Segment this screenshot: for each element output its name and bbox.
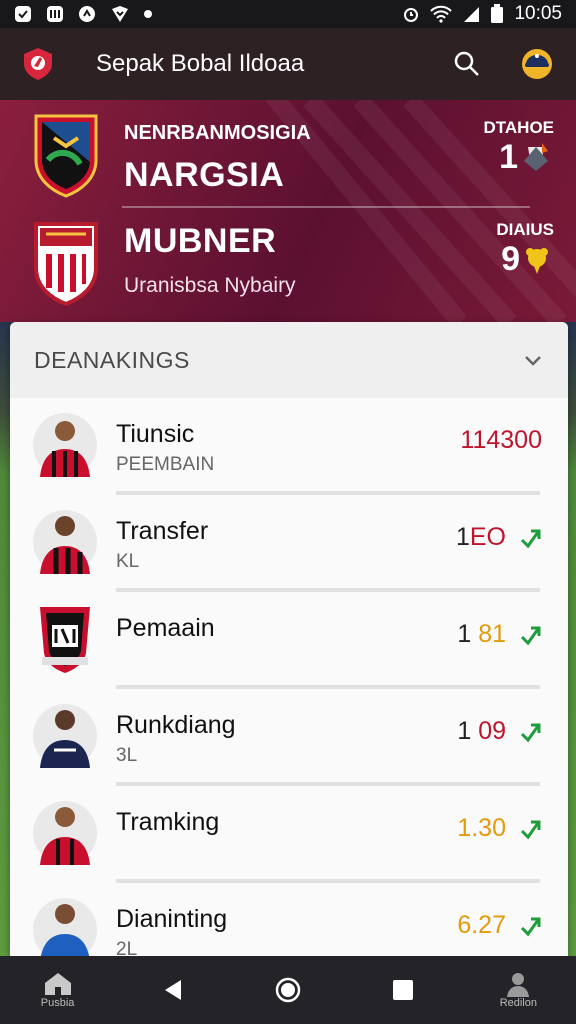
home-icon [44, 973, 71, 995]
row-value: 1 09 [457, 717, 542, 746]
away-stat: 9 [501, 240, 550, 279]
nav-profile[interactable]: Redilon [478, 971, 558, 1009]
player-avatar [33, 413, 97, 477]
row-value: 6.27 [457, 911, 542, 940]
back-icon [164, 980, 181, 1000]
home-team-crest-icon [34, 114, 98, 198]
navigation-bar: Pusbia Redilon [0, 956, 576, 1024]
nav-home-button[interactable] [248, 976, 328, 1004]
row-value-highlight: 81 [478, 620, 506, 648]
home-team-subtitle: NENRBANMOSIGIA [124, 122, 311, 144]
row-value-highlight: 09 [478, 717, 506, 745]
row-subtitle: 2L [116, 939, 138, 956]
search-icon [454, 51, 479, 76]
away-stat-value: 9 [501, 240, 520, 278]
row-value: 1.30 [457, 814, 542, 843]
trend-up-icon [520, 820, 541, 839]
row-title: Transfer [116, 517, 209, 545]
row-value: 1EO [456, 523, 542, 552]
match-header[interactable]: NENRBANMOSIGIA NARGSIA DTAHOE 1 MUBNER U… [0, 100, 576, 322]
row-value-highlight: EO [469, 523, 506, 551]
trend-up-icon [520, 529, 541, 548]
nav-profile-label: Redilon [499, 997, 537, 1009]
notification-icon [15, 6, 31, 22]
row-subtitle: PEEMBAIN [116, 454, 215, 475]
row-value-highlight: 1.30 [457, 814, 506, 842]
player-avatar [33, 704, 97, 768]
row-value-highlight: 114300 [460, 426, 542, 454]
trophy-icon [524, 142, 548, 171]
trend-up-icon [520, 626, 541, 645]
circle-home-icon [275, 977, 301, 1003]
status-time: 10:05 [514, 3, 562, 24]
chevron-down-icon[interactable] [522, 349, 544, 371]
list-item[interactable]: Runkdiang 3L 1 09 [10, 689, 568, 786]
app-logo-icon[interactable] [20, 46, 56, 82]
nav-recents[interactable] [363, 978, 443, 1002]
list-item[interactable]: Pemaain 1 81 [10, 592, 568, 689]
away-team[interactable]: MUBNER Uranisbsa Nybairy DIAIUS 9 [0, 216, 576, 316]
row-subtitle: KL [116, 551, 140, 572]
home-team-name: NARGSIA [124, 156, 285, 194]
list-item[interactable]: Tramking 1.30 [10, 786, 568, 883]
avatar-icon [522, 49, 552, 79]
row-subtitle: 3L [116, 745, 138, 766]
away-team-crest-icon [34, 222, 98, 307]
app-title: Sepak Bobal Ildoaa [96, 50, 305, 77]
search-button[interactable] [448, 45, 486, 83]
row-title: Pemaain [116, 614, 215, 642]
list-item[interactable]: Tiunsic PEEMBAIN 114300 [10, 398, 568, 495]
nav-home-label: Pusbia [40, 997, 75, 1009]
row-value: 114300 [448, 426, 542, 455]
rankings-header[interactable]: DEANAKINGS [10, 322, 568, 398]
player-avatar [33, 801, 97, 865]
hero-divider [122, 206, 530, 208]
dot-icon [144, 10, 152, 18]
row-value-primary: 1 [457, 717, 472, 745]
rankings-card: DEANAKINGS Tiunsic PEEMBAIN 114300 Trans… [10, 322, 568, 956]
player-avatar [33, 898, 97, 956]
profile-icon [507, 973, 530, 997]
club-crest-icon [40, 607, 90, 673]
recents-icon [393, 980, 414, 1000]
rankings-title: DEANAKINGS [34, 346, 190, 373]
app-bar: Sepak Bobal Ildoaa [0, 28, 576, 100]
row-value-primary: 1 [457, 620, 472, 648]
notification-icon [47, 6, 63, 22]
profile-button[interactable] [518, 45, 556, 83]
wifi-icon [430, 5, 453, 23]
row-title: Dianinting [116, 905, 228, 933]
home-team[interactable]: NENRBANMOSIGIA NARGSIA DTAHOE 1 [0, 108, 576, 208]
away-team-name: MUBNER [124, 222, 277, 260]
rankings-list: Tiunsic PEEMBAIN 114300 Transfer KL 1EO [10, 398, 568, 956]
medal-icon [526, 247, 548, 274]
row-value-highlight: 6.27 [457, 911, 506, 939]
nav-back[interactable] [133, 978, 213, 1002]
row-title: Runkdiang [116, 711, 236, 739]
row-title: Tiunsic [116, 420, 195, 448]
row-value: 1 81 [457, 620, 542, 649]
row-value-primary: 1 [455, 523, 470, 551]
away-team-caption: Uranisbsa Nybairy [124, 274, 296, 297]
list-item[interactable]: Transfer KL 1EO [10, 495, 568, 592]
alarm-icon [404, 8, 419, 22]
list-item[interactable]: Dianinting 2L 6.27 [10, 883, 568, 956]
trend-up-icon [520, 917, 541, 936]
trend-up-icon [520, 723, 541, 742]
notification-icon [79, 6, 95, 22]
status-bar: 10:05 [0, 0, 576, 28]
notification-icon [112, 6, 128, 22]
home-stat: 1 [499, 138, 550, 177]
away-stat-label: DIAIUS [496, 220, 554, 239]
home-stat-value: 1 [499, 138, 518, 176]
signal-icon [464, 7, 480, 22]
row-title: Tramking [116, 808, 220, 836]
nav-home[interactable]: Pusbia [18, 971, 98, 1009]
battery-icon [491, 4, 504, 23]
player-avatar [33, 510, 97, 574]
home-stat-label: DTAHOE [483, 118, 554, 137]
